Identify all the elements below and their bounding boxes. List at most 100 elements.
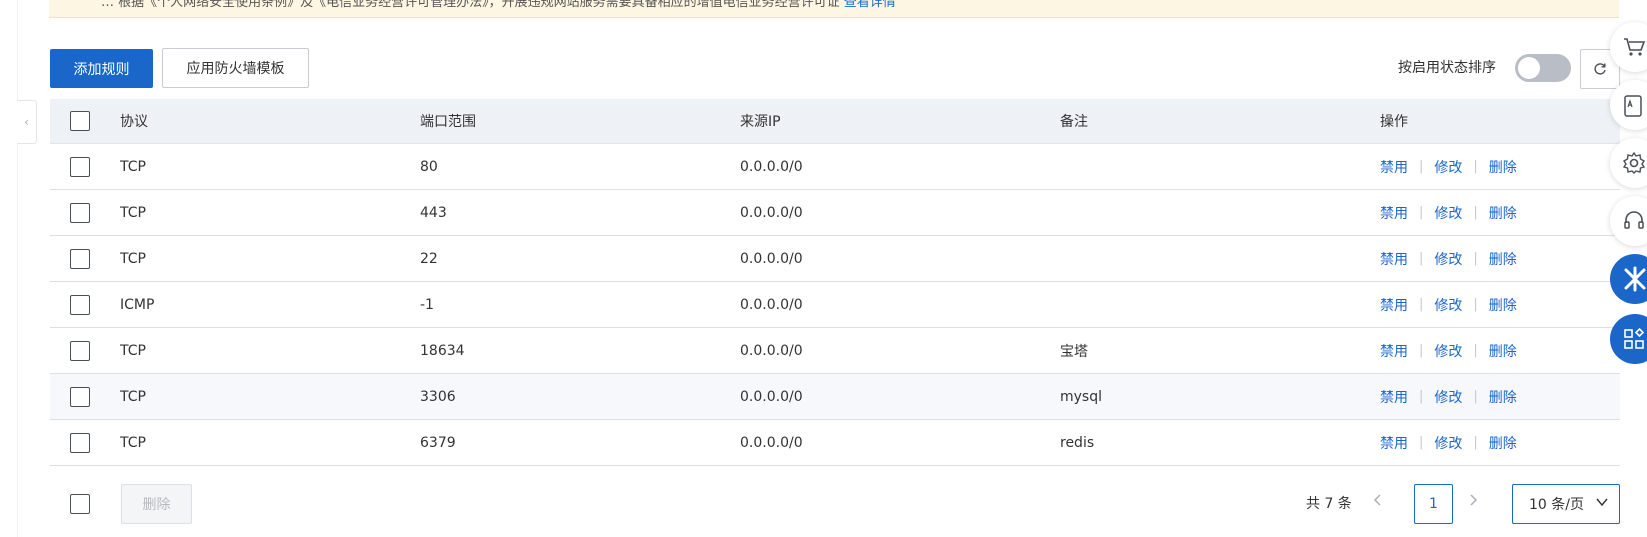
apply-template-button[interactable]: 应用防火墙模板 <box>162 48 309 88</box>
refresh-icon <box>1594 63 1606 75</box>
modify-link[interactable]: 修改 <box>1434 341 1462 361</box>
ops-separator: | <box>1473 435 1478 450</box>
row-checkbox[interactable] <box>70 340 90 361</box>
notice-banner: … 根据《个人网络安全使用条例》及《电信业务经营许可管理办法》，开展违规网站服务… <box>49 0 1619 18</box>
cell-source: 0.0.0.0/0 <box>740 342 803 359</box>
row-checkbox[interactable] <box>70 294 90 315</box>
delete-link[interactable]: 删除 <box>1489 157 1517 177</box>
gear-icon <box>1622 151 1646 174</box>
prev-page-button[interactable] <box>1373 492 1383 511</box>
cell-protocol: TCP <box>120 388 146 405</box>
delete-link[interactable]: 删除 <box>1489 387 1517 407</box>
disable-link[interactable]: 禁用 <box>1380 387 1408 407</box>
page-size-value: 10 条/页 <box>1529 497 1584 513</box>
header-protocol: 协议 <box>120 114 148 130</box>
disable-link[interactable]: 禁用 <box>1380 295 1408 315</box>
floating-toolbar <box>1610 22 1647 422</box>
apps-grid-button[interactable] <box>1610 314 1647 364</box>
header-actions: 操作 <box>1380 114 1408 130</box>
ops-separator: | <box>1419 343 1424 358</box>
cell-protocol: ICMP <box>120 296 155 313</box>
delete-link[interactable]: 删除 <box>1489 433 1517 453</box>
page-number-current[interactable]: 1 <box>1414 484 1453 524</box>
cell-protocol: TCP <box>120 204 146 221</box>
support-button[interactable] <box>1610 196 1647 246</box>
disable-link[interactable]: 禁用 <box>1380 249 1408 269</box>
cell-source: 0.0.0.0/0 <box>740 158 803 175</box>
table-row: TCP 443 0.0.0.0/0 禁用 | 修改 | 删除 <box>50 190 1620 236</box>
delete-link[interactable]: 删除 <box>1489 203 1517 223</box>
cell-source: 0.0.0.0/0 <box>740 296 803 313</box>
row-checkbox[interactable] <box>70 432 90 453</box>
app-button[interactable] <box>1610 80 1647 130</box>
chevron-left-icon <box>1373 494 1381 506</box>
chevron-left-icon: ‹ <box>24 115 29 129</box>
sort-by-status-toggle[interactable] <box>1515 54 1571 82</box>
sidebar-collapse-button[interactable]: ‹ <box>17 100 37 144</box>
header-note: 备注 <box>1060 114 1088 130</box>
notice-link[interactable]: 查看详情 <box>844 0 896 10</box>
modify-link[interactable]: 修改 <box>1434 203 1462 223</box>
table-row: ICMP -1 0.0.0.0/0 禁用 | 修改 | 删除 <box>50 282 1620 328</box>
row-checkbox[interactable] <box>70 386 90 407</box>
total-count: 共 7 条 <box>1306 496 1352 512</box>
bulk-delete-button[interactable]: 删除 <box>121 484 192 524</box>
disable-link[interactable]: 禁用 <box>1380 433 1408 453</box>
modify-link[interactable]: 修改 <box>1434 433 1462 453</box>
cell-protocol: TCP <box>120 342 146 359</box>
row-checkbox[interactable] <box>70 202 90 223</box>
cell-note: mysql <box>1060 388 1102 405</box>
ops-separator: | <box>1473 297 1478 312</box>
page-size-select[interactable]: 10 条/页 <box>1512 484 1620 524</box>
ops-separator: | <box>1419 389 1424 404</box>
table-row: TCP 3306 0.0.0.0/0 mysql 禁用 | 修改 | 删除 <box>50 374 1620 420</box>
disable-link[interactable]: 禁用 <box>1380 157 1408 177</box>
select-all-checkbox[interactable] <box>70 111 90 131</box>
grid-icon <box>1624 327 1645 349</box>
firewall-rules-table: 协议 端口范围 来源IP 备注 操作 TCP 80 0.0.0.0/0 禁用 | 修… <box>50 99 1620 466</box>
row-checkbox[interactable] <box>70 156 90 177</box>
footer-select-all-checkbox[interactable] <box>70 494 90 514</box>
header-source-ip: 来源IP <box>740 114 781 130</box>
notice-text: … 根据《个人网络安全使用条例》及《电信业务经营许可管理办法》，开展违规网站服务… <box>101 0 840 10</box>
cart-icon <box>1624 38 1646 56</box>
cell-port: 443 <box>420 204 447 221</box>
disable-link[interactable]: 禁用 <box>1380 203 1408 223</box>
ops-separator: | <box>1473 251 1478 266</box>
cell-port: -1 <box>420 296 434 313</box>
disable-link[interactable]: 禁用 <box>1380 341 1408 361</box>
assistant-button[interactable] <box>1610 254 1647 304</box>
settings-button[interactable] <box>1610 138 1647 188</box>
cell-source: 0.0.0.0/0 <box>740 388 803 405</box>
cart-button[interactable] <box>1610 22 1647 72</box>
cell-source: 0.0.0.0/0 <box>740 434 803 451</box>
ops-separator: | <box>1419 251 1424 266</box>
modify-link[interactable]: 修改 <box>1434 157 1462 177</box>
chevron-right-icon <box>1470 494 1478 506</box>
cell-protocol: TCP <box>120 250 146 267</box>
sidebar-divider <box>17 0 18 537</box>
table-header: 协议 端口范围 来源IP 备注 操作 <box>50 99 1620 144</box>
delete-link[interactable]: 删除 <box>1489 341 1517 361</box>
delete-link[interactable]: 删除 <box>1489 295 1517 315</box>
add-rule-button[interactable]: 添加规则 <box>50 49 153 88</box>
ops-separator: | <box>1419 435 1424 450</box>
cell-protocol: TCP <box>120 434 146 451</box>
toggle-knob <box>1518 57 1540 79</box>
cell-port: 18634 <box>420 342 465 359</box>
cell-port: 80 <box>420 158 438 175</box>
sparkle-icon <box>1624 266 1646 292</box>
modify-link[interactable]: 修改 <box>1434 387 1462 407</box>
row-checkbox[interactable] <box>70 248 90 269</box>
sort-by-status-label: 按启用状态排序 <box>1398 60 1496 76</box>
header-port-range: 端口范围 <box>420 114 476 130</box>
ops-separator: | <box>1473 205 1478 220</box>
next-page-button[interactable] <box>1468 492 1478 511</box>
ops-separator: | <box>1473 389 1478 404</box>
app-icon <box>1624 95 1642 117</box>
modify-link[interactable]: 修改 <box>1434 249 1462 269</box>
cell-port: 3306 <box>420 388 456 405</box>
modify-link[interactable]: 修改 <box>1434 295 1462 315</box>
ops-separator: | <box>1473 159 1478 174</box>
delete-link[interactable]: 删除 <box>1489 249 1517 269</box>
